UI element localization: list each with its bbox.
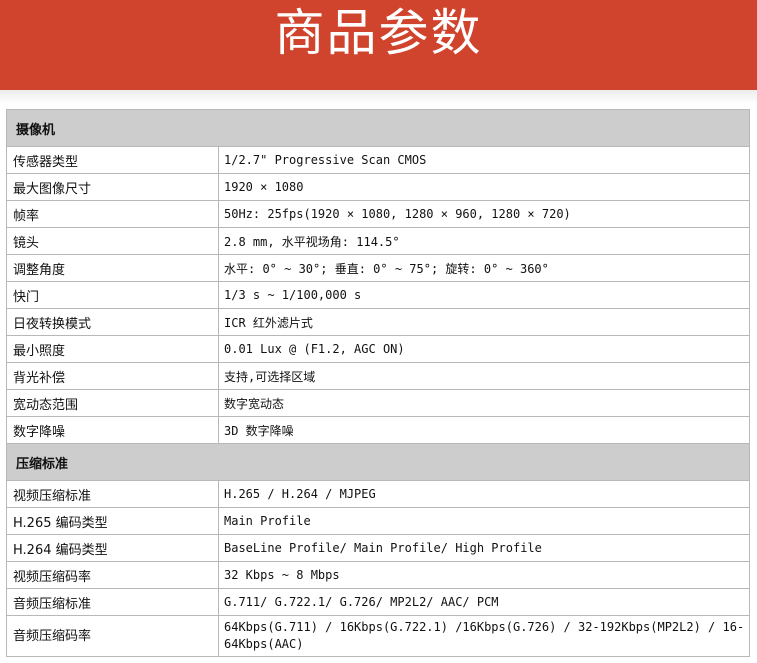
table-row: 音频压缩标准 G.711/ G.722.1/ G.726/ MP2L2/ AAC… — [6, 588, 750, 616]
row-label: 调整角度 — [6, 254, 219, 282]
row-label: 帧率 — [6, 200, 219, 228]
table-row: 传感器类型 1/2.7" Progressive Scan CMOS — [6, 146, 750, 174]
table-row: 背光补偿 支持,可选择区域 — [6, 362, 750, 390]
row-label: 数字降噪 — [6, 416, 219, 444]
table-row: 帧率 50Hz: 25fps(1920 × 1080, 1280 × 960, … — [6, 200, 750, 228]
row-value: 水平: 0° ~ 30°; 垂直: 0° ~ 75°; 旋转: 0° ~ 360… — [218, 254, 750, 282]
row-value: 支持,可选择区域 — [218, 362, 750, 390]
spec-table: 摄像机 传感器类型 1/2.7" Progressive Scan CMOS 最… — [6, 109, 750, 657]
row-label: H.265 编码类型 — [6, 507, 219, 535]
row-value: G.711/ G.722.1/ G.726/ MP2L2/ AAC/ PCM — [218, 588, 750, 616]
row-value: 32 Kbps ~ 8 Mbps — [218, 561, 750, 589]
table-row: 最大图像尺寸 1920 × 1080 — [6, 173, 750, 201]
section-header-compression: 压缩标准 — [6, 443, 750, 481]
row-value: H.265 / H.264 / MJPEG — [218, 480, 750, 508]
table-row: 宽动态范围 数字宽动态 — [6, 389, 750, 417]
row-label: 音频压缩标准 — [6, 588, 219, 616]
row-value: 50Hz: 25fps(1920 × 1080, 1280 × 960, 128… — [218, 200, 750, 228]
row-value: 1/3 s ~ 1/100,000 s — [218, 281, 750, 309]
row-label: 音频压缩码率 — [6, 615, 219, 657]
table-row: 调整角度 水平: 0° ~ 30°; 垂直: 0° ~ 75°; 旋转: 0° … — [6, 254, 750, 282]
row-label: H.264 编码类型 — [6, 534, 219, 562]
row-value: 64Kbps(G.711) / 16Kbps(G.722.1) /16Kbps(… — [218, 615, 750, 657]
row-label: 视频压缩码率 — [6, 561, 219, 589]
row-value: 0.01 Lux @ (F1.2, AGC ON) — [218, 335, 750, 363]
table-row: 日夜转换模式 ICR 红外滤片式 — [6, 308, 750, 336]
section-header-camera: 摄像机 — [6, 109, 750, 147]
table-row: 视频压缩码率 32 Kbps ~ 8 Mbps — [6, 561, 750, 589]
row-value: 数字宽动态 — [218, 389, 750, 417]
table-row: 视频压缩标准 H.265 / H.264 / MJPEG — [6, 480, 750, 508]
row-label: 日夜转换模式 — [6, 308, 219, 336]
table-row: H.264 编码类型 BaseLine Profile/ Main Profil… — [6, 534, 750, 562]
row-label: 快门 — [6, 281, 219, 309]
table-row: 音频压缩码率 64Kbps(G.711) / 16Kbps(G.722.1) /… — [6, 615, 750, 657]
row-value: 2.8 mm, 水平视场角: 114.5° — [218, 227, 750, 255]
row-label: 背光补偿 — [6, 362, 219, 390]
table-row: 数字降噪 3D 数字降噪 — [6, 416, 750, 444]
row-value: BaseLine Profile/ Main Profile/ High Pro… — [218, 534, 750, 562]
row-value: 3D 数字降噪 — [218, 416, 750, 444]
table-row: H.265 编码类型 Main Profile — [6, 507, 750, 535]
page-title: 商品参数 — [274, 4, 483, 62]
row-label: 最小照度 — [6, 335, 219, 363]
table-row: 最小照度 0.01 Lux @ (F1.2, AGC ON) — [6, 335, 750, 363]
section-title: 压缩标准 — [6, 443, 750, 481]
row-label: 宽动态范围 — [6, 389, 219, 417]
row-label: 传感器类型 — [6, 146, 219, 174]
header-banner: 商品参数 — [0, 0, 757, 90]
table-row: 快门 1/3 s ~ 1/100,000 s — [6, 281, 750, 309]
row-value: 1/2.7" Progressive Scan CMOS — [218, 146, 750, 174]
section-title: 摄像机 — [6, 109, 750, 147]
row-value: ICR 红外滤片式 — [218, 308, 750, 336]
row-label: 最大图像尺寸 — [6, 173, 219, 201]
row-value: 1920 × 1080 — [218, 173, 750, 201]
row-label: 视频压缩标准 — [6, 480, 219, 508]
row-label: 镜头 — [6, 227, 219, 255]
banner-shadow — [0, 90, 757, 104]
table-row: 镜头 2.8 mm, 水平视场角: 114.5° — [6, 227, 750, 255]
row-value: Main Profile — [218, 507, 750, 535]
